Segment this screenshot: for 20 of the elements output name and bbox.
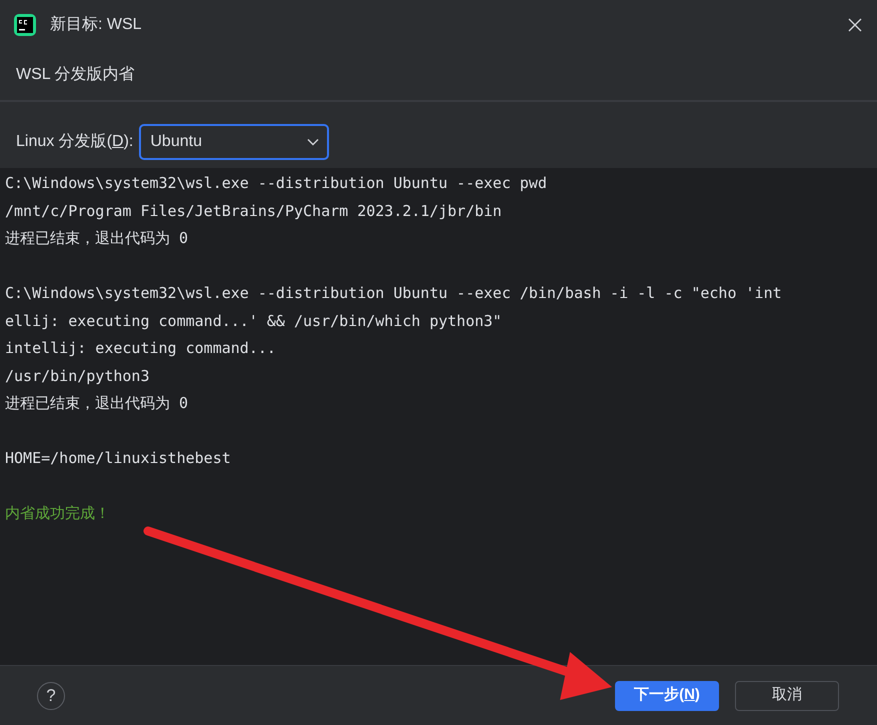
console-line: C:\Windows\system32\wsl.exe --distribution Ubuntu --exec pwd bbox=[5, 173, 547, 194]
next-button[interactable]: 下一步(N) bbox=[615, 680, 719, 710]
console-line: 进程已结束，退出代码为 0 bbox=[5, 393, 188, 414]
console-line: /mnt/c/Program Files/JetBrains/PyCharm 2023.2.1/jbr/bin bbox=[5, 200, 502, 222]
close-icon[interactable] bbox=[848, 18, 862, 32]
console-line: HOME=/home/linuxisthebest bbox=[5, 448, 231, 469]
chevron-down-icon bbox=[307, 138, 320, 146]
window-title: 新目标: WSL bbox=[50, 14, 142, 35]
distribution-label: Linux 分发版(D): bbox=[16, 132, 134, 152]
help-button[interactable]: ? bbox=[37, 682, 65, 710]
console-line: ellij: executing command...' && /usr/bin/which python3" bbox=[5, 310, 502, 332]
console-line: intellij: executing command... bbox=[5, 338, 276, 359]
console-line: 内省成功完成！ bbox=[5, 503, 110, 524]
console-line: 进程已结束，退出代码为 0 bbox=[5, 228, 188, 249]
distribution-dropdown[interactable]: Ubuntu bbox=[139, 124, 330, 160]
console-line: /usr/bin/python3 bbox=[5, 366, 150, 386]
app-logo-icon bbox=[14, 14, 36, 36]
step-title: WSL 分发版内省 bbox=[16, 64, 135, 85]
cancel-button[interactable]: 取消 bbox=[735, 680, 839, 710]
console-line: C:\Windows\system32\wsl.exe --distribution Ubuntu --exec /bin/bash -i -l -c "echo 'int bbox=[5, 283, 782, 304]
